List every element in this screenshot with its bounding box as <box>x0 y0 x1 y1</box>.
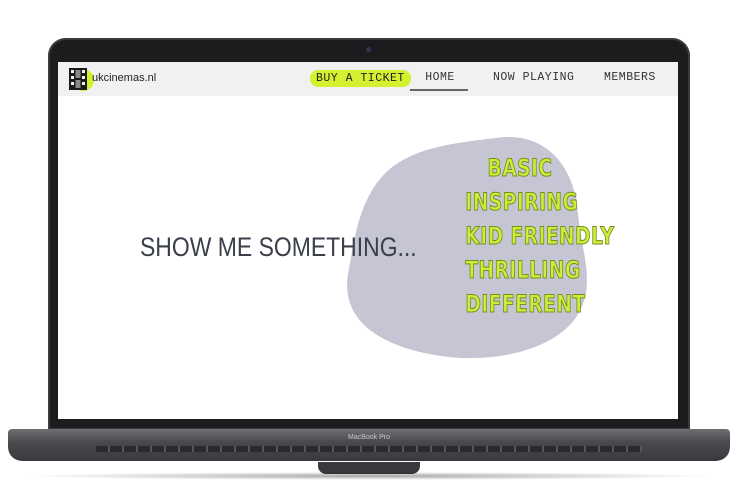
active-nav-underline <box>410 89 468 91</box>
site-logo-text[interactable]: ukcinemas.nl <box>92 72 156 84</box>
camera-dot <box>366 47 371 52</box>
screen: ukcinemas.nl BUY A TICKET HOME NOW PLAYI… <box>58 62 678 419</box>
hero-title: SHOW ME SOMETHING... <box>140 232 417 262</box>
option-basic[interactable]: BASIC <box>465 154 574 183</box>
nav-home[interactable]: HOME <box>412 71 468 84</box>
option-inspiring[interactable]: INSPIRING <box>465 188 578 217</box>
laptop-base: MacBook Pro <box>8 429 730 461</box>
film-strip-icon[interactable] <box>68 66 94 92</box>
device-label: MacBook Pro <box>347 434 391 441</box>
keyboard-edge <box>96 446 642 452</box>
nav-members[interactable]: MEMBERS <box>604 71 656 84</box>
nav-now-playing[interactable]: NOW PLAYING <box>493 71 574 84</box>
buy-ticket-button[interactable]: BUY A TICKET <box>310 70 411 87</box>
laptop-shadow <box>20 472 718 480</box>
option-thrilling[interactable]: THRILLING <box>465 256 581 285</box>
site-nav: ukcinemas.nl BUY A TICKET HOME NOW PLAYI… <box>58 62 678 96</box>
option-kid-friendly[interactable]: KID FRIENDLY <box>465 222 614 251</box>
option-different[interactable]: DIFFERENT <box>465 290 585 319</box>
